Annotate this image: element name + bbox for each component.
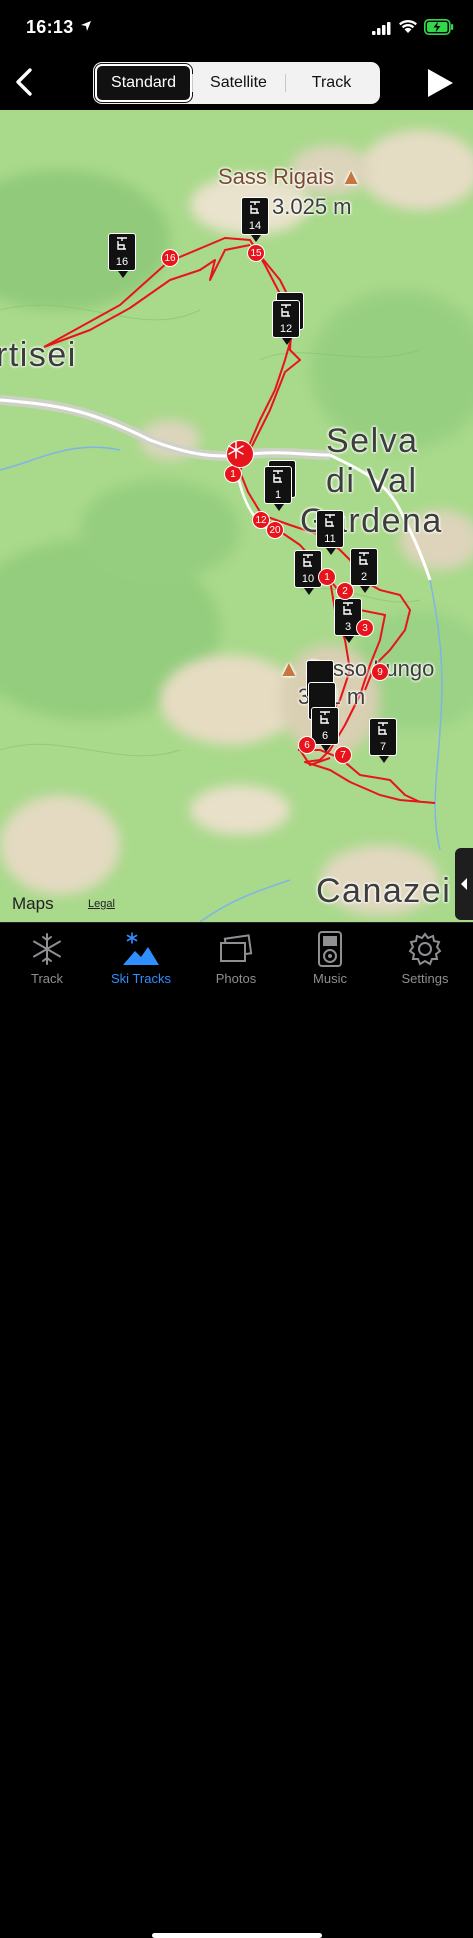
tab-settings[interactable]: Settings [378,931,472,997]
lift-marker[interactable]: 10 [294,550,322,595]
top-nav-bar: Standard Satellite Track [0,58,473,110]
chairlift-icon [281,304,291,317]
lift-marker[interactable]: 14 [241,197,269,242]
chairlift-icon [303,554,313,567]
chairlift-icon [359,552,369,565]
town-label-canazei: Canazei [316,872,452,910]
lift-marker[interactable]: 7 [369,718,397,763]
chairlift-icon [343,602,353,615]
chevron-left-icon [461,878,467,890]
ipod-icon [318,931,342,967]
chairlift-icon [325,514,335,527]
start-snowflake-marker[interactable] [226,440,254,468]
track-point[interactable]: 2 [336,582,354,600]
back-chevron-icon[interactable] [8,64,44,100]
lift-marker[interactable]: 11 [316,510,344,555]
wifi-icon [399,19,417,33]
cellular-signal-icon [372,22,391,35]
map-type-segmented-control: Standard Satellite Track [93,62,380,104]
tab-track[interactable]: Track [0,931,94,997]
snowflake-icon [228,441,244,459]
maps-attribution: Maps [12,894,54,913]
chairlift-icon [273,470,283,483]
track-point[interactable]: 6 [298,736,316,754]
side-panel-handle[interactable] [455,848,473,920]
chairlift-icon [250,201,260,214]
peak-elevation-sass-rigais: 3.025 m [272,194,352,219]
chairlift-icon [378,722,388,735]
segment-track[interactable]: Track [285,64,378,102]
peak-label-sass-rigais: Sass Rigais ▲ [218,164,363,189]
snowflake-icon [33,933,61,965]
tab-photos[interactable]: Photos [189,931,283,997]
map-view[interactable]: Sass Rigais ▲ 3.025 m ▲ Sasso Lungo 3 31… [0,110,473,922]
track-point[interactable]: 16 [161,249,179,267]
battery-charging-icon [424,19,454,35]
lift-marker[interactable]: 12 [272,300,300,345]
lift-marker[interactable]: 16 [108,233,136,278]
track-point[interactable]: 20 [266,521,284,539]
segment-standard[interactable]: Standard [95,64,192,102]
chairlift-icon [320,711,330,724]
lift-marker[interactable]: 1 [264,466,292,511]
status-time: 16:13 [26,17,74,37]
track-point[interactable]: 1 [318,568,336,586]
ski-mountain-icon [123,932,159,965]
track-point[interactable]: 9 [371,663,389,681]
home-indicator [152,1933,322,1938]
peak-label-sasso-lungo: ▲ Sasso Lungo [278,656,435,681]
tab-music[interactable]: Music [283,931,377,997]
track-point[interactable]: 3 [356,619,374,637]
gear-icon [408,932,442,966]
location-arrow-icon [81,21,91,31]
status-bar: 16:13 [0,0,473,58]
town-label-selva: Selva [326,422,419,460]
town-label-di-val: di Val [326,462,418,500]
segment-satellite[interactable]: Satellite [192,64,285,102]
track-point[interactable]: 15 [247,244,265,262]
photos-icon [220,934,253,962]
bottom-tab-bar: Track Ski Tracks Photos Music Settings [0,922,473,1938]
tab-ski-tracks[interactable]: Ski Tracks [94,931,188,997]
lift-marker[interactable]: 2 [350,548,378,593]
play-icon[interactable] [425,67,455,99]
track-point[interactable]: 7 [334,746,352,764]
lift-marker[interactable]: 6 [311,707,339,752]
town-label-ortisei: rtisei [0,336,77,374]
legal-link[interactable]: Legal [88,898,115,910]
chairlift-icon [117,237,127,250]
